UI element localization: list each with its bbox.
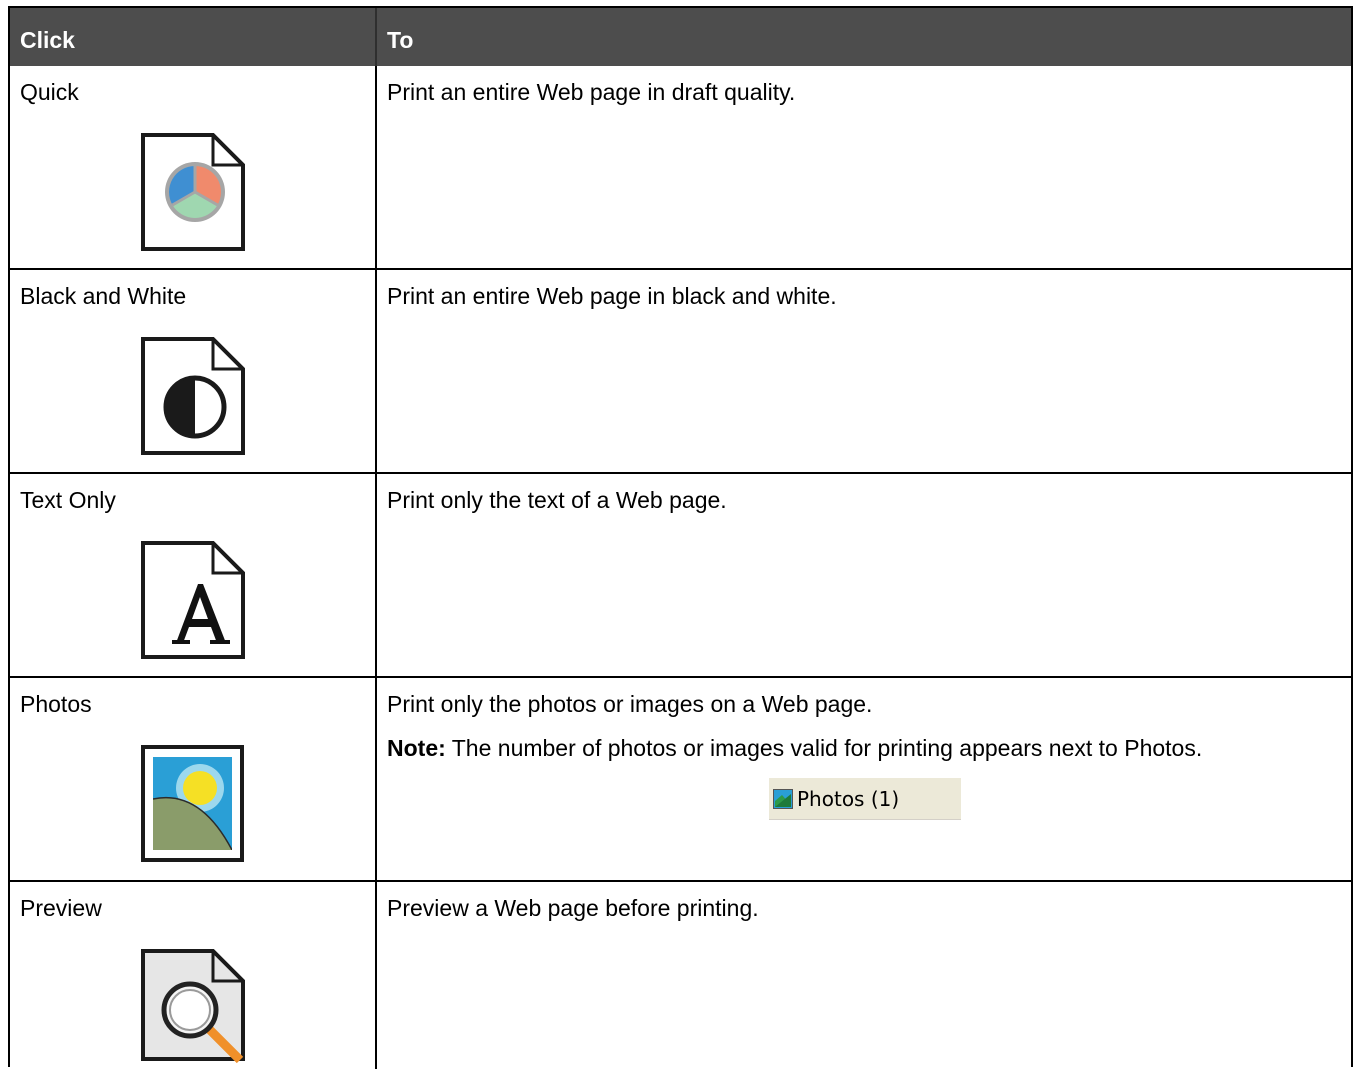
photos-print-icon[interactable] bbox=[140, 744, 246, 864]
row-label: Quick bbox=[20, 79, 79, 105]
row-description: Print an entire Web page in black and wh… bbox=[387, 283, 837, 309]
column-divider bbox=[375, 474, 377, 676]
note-label: Note: bbox=[387, 735, 446, 761]
row-description: Preview a Web page before printing. bbox=[387, 895, 759, 921]
table-row-quick: Quick Print an entire Web page in draft … bbox=[10, 66, 1351, 270]
quick-print-icon[interactable] bbox=[140, 132, 246, 252]
black-and-white-print-icon[interactable] bbox=[140, 336, 246, 456]
photo-icon bbox=[773, 788, 793, 809]
column-divider bbox=[375, 8, 377, 66]
column-divider bbox=[375, 270, 377, 472]
row-label: Preview bbox=[20, 895, 102, 921]
photos-button-label: Photos (1) bbox=[797, 786, 900, 811]
preview-magnifier-icon[interactable] bbox=[140, 948, 246, 1068]
print-options-table: Click To Quick Print an entire Web page … bbox=[8, 6, 1353, 1069]
note-body: The number of photos or images valid for… bbox=[445, 735, 1203, 761]
text-only-print-icon[interactable] bbox=[140, 540, 246, 660]
table-row-text-only: Text Only Print only the text of a Web p… bbox=[10, 474, 1351, 678]
table-row-black-and-white: Black and White Print an entire Web page… bbox=[10, 270, 1351, 474]
row-label: Text Only bbox=[20, 487, 116, 513]
row-label: Black and White bbox=[20, 283, 187, 309]
table-row-preview: Preview Preview a Web page before printi… bbox=[10, 882, 1351, 1069]
row-label: Photos bbox=[20, 691, 92, 717]
column-divider bbox=[375, 66, 377, 268]
header-click: Click bbox=[20, 27, 75, 53]
photos-toolbar-button[interactable]: Photos (1) bbox=[769, 778, 961, 820]
row-description: Print only the photos or images on a Web… bbox=[387, 691, 873, 717]
note-text: Note: The number of photos or images val… bbox=[387, 734, 1341, 762]
column-divider bbox=[375, 882, 377, 1069]
table-row-photos: Photos Print only the photos or images o… bbox=[10, 678, 1351, 882]
table-header-row: Click To bbox=[10, 8, 1351, 66]
row-description: Print only the text of a Web page. bbox=[387, 487, 727, 513]
header-to: To bbox=[387, 27, 414, 53]
row-description: Print an entire Web page in draft qualit… bbox=[387, 79, 796, 105]
column-divider bbox=[375, 678, 377, 880]
